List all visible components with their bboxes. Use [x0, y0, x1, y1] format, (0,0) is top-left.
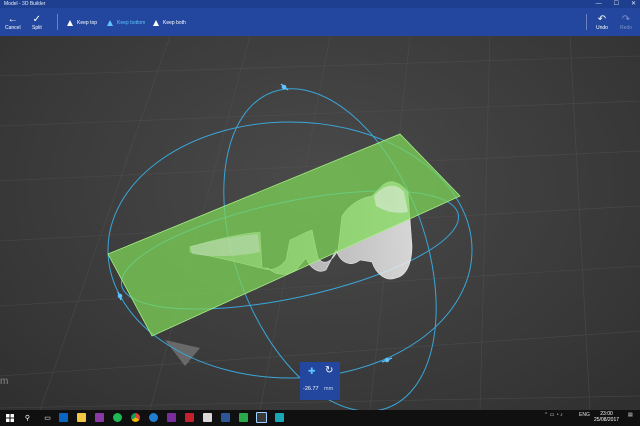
scene [0, 36, 640, 410]
keep-top-option[interactable]: Keep top [67, 18, 97, 28]
close-button[interactable]: ✕ [631, 0, 636, 8]
search-icon[interactable]: ⚲ [22, 412, 33, 423]
onenote-icon[interactable] [94, 412, 105, 423]
photos-icon[interactable] [238, 412, 249, 423]
redo-icon: ↷ [621, 13, 631, 25]
command-bar: ← Cancel ✓ Split Keep top Keep bottom Ke… [0, 8, 640, 36]
clock-date: 25/08/2017 [594, 417, 620, 423]
edge-icon[interactable] [148, 412, 159, 423]
taskbar: ⚲ ▭ ⌃ ▭ ◔ ♪ ENG 23:00 25/08/2017 ▤ [0, 410, 640, 426]
title-bar: Model - 3D Builder — ☐ ✕ [0, 0, 640, 8]
pdf-icon[interactable] [202, 412, 213, 423]
minimize-button[interactable]: — [596, 0, 602, 8]
onenote-icon-2[interactable] [166, 412, 177, 423]
offset-unit: mm [324, 386, 334, 392]
chrome-icon[interactable] [130, 412, 141, 423]
toolbar-divider [586, 14, 587, 30]
3d-builder-icon[interactable] [256, 412, 267, 423]
undo-button[interactable]: ↶ Undo [596, 8, 608, 36]
word-icon[interactable] [220, 412, 231, 423]
clock[interactable]: 23:00 25/08/2017 [594, 411, 619, 423]
spotify-icon[interactable] [112, 412, 123, 423]
notifications-icon[interactable]: ▤ [628, 412, 633, 418]
app-icon[interactable] [274, 412, 285, 423]
edge-text: m [0, 376, 9, 387]
split-button[interactable]: ✓ Split [32, 8, 42, 36]
maximize-button[interactable]: ☐ [614, 0, 619, 8]
window-title: Model - 3D Builder [4, 1, 46, 7]
redo-button[interactable]: ↷ Redo [620, 8, 632, 36]
acrobat-icon[interactable] [184, 412, 195, 423]
tray-icons[interactable]: ⌃ ▭ ◔ ♪ [544, 412, 563, 418]
back-arrow-icon: ← [7, 13, 18, 25]
cancel-button[interactable]: ← Cancel [5, 8, 21, 36]
keep-top-icon [67, 20, 73, 26]
move-icon[interactable]: ✚ [308, 366, 316, 377]
plane-offset-panel: ✚ ↻ -26.77 mm [300, 362, 340, 400]
toolbar-divider [57, 14, 58, 30]
file-explorer-icon[interactable] [76, 412, 87, 423]
keep-both-icon [153, 20, 159, 26]
checkmark-icon: ✓ [32, 13, 42, 25]
start-icon[interactable] [4, 412, 15, 423]
task-view-icon[interactable]: ▭ [42, 412, 53, 423]
undo-icon: ↶ [597, 13, 607, 25]
offset-value[interactable]: -26.77 [303, 386, 319, 392]
keep-both-option[interactable]: Keep both [153, 18, 186, 28]
keep-bottom-icon [107, 20, 113, 26]
3d-viewport[interactable]: m [0, 36, 640, 410]
outlook-icon[interactable] [58, 412, 69, 423]
language-indicator[interactable]: ENG [579, 412, 590, 418]
rotate-icon[interactable]: ↻ [325, 365, 333, 376]
keep-bottom-option[interactable]: Keep bottom [107, 18, 145, 28]
